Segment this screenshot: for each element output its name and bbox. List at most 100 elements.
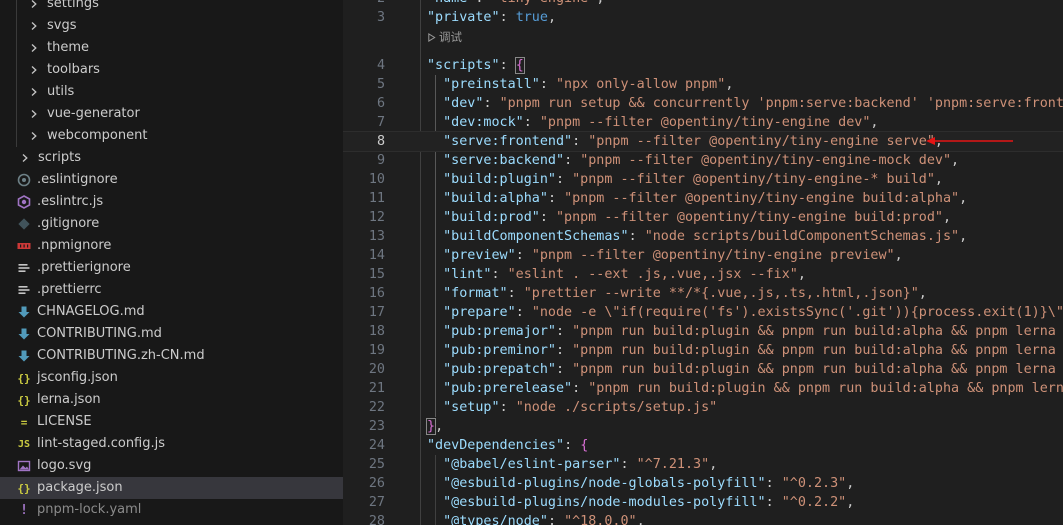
json-key: "pub:prerelease" bbox=[443, 381, 573, 396]
line-number: 16 bbox=[368, 286, 385, 301]
code-text: "dev": "pnpm run setup && concurrently '… bbox=[427, 94, 1063, 113]
code-line[interactable]: 6 "dev": "pnpm run setup && concurrently… bbox=[343, 94, 1063, 113]
explorer-folder-item[interactable]: scripts bbox=[0, 147, 343, 169]
code-line[interactable]: 27 "@esbuild-plugins/node-modules-polyfi… bbox=[343, 493, 1063, 512]
code-line[interactable]: 23}, bbox=[343, 417, 1063, 436]
explorer-folder-item[interactable]: vue-generator bbox=[0, 103, 343, 125]
json-string: "npx only-allow pnpm" bbox=[556, 77, 726, 92]
tree-item-label: theme bbox=[47, 40, 89, 55]
play-icon bbox=[428, 32, 436, 42]
json-punctuation: : bbox=[483, 96, 500, 111]
code-line[interactable]: 2 "name": "tiny-engine", bbox=[343, 0, 1063, 8]
explorer-folder-item[interactable]: theme bbox=[0, 37, 343, 59]
line-number: 8 bbox=[376, 134, 385, 149]
json-punctuation: , bbox=[725, 77, 734, 92]
annotation-arrow-icon bbox=[926, 137, 1013, 145]
explorer-file-item[interactable]: JS lint-staged.config.js bbox=[0, 433, 343, 455]
json-key: "preinstall" bbox=[443, 77, 540, 92]
explorer-file-item[interactable]: = LICENSE bbox=[0, 411, 343, 433]
json-string: "^18.0.0" bbox=[564, 514, 637, 525]
line-number: 9 bbox=[376, 153, 385, 168]
explorer-file-item[interactable]: {} jsconfig.json bbox=[0, 367, 343, 389]
code-text: "devDependencies": { bbox=[427, 436, 588, 455]
explorer-file-item[interactable]: CHNAGELOG.md bbox=[0, 301, 343, 323]
line-number: 19 bbox=[368, 343, 385, 358]
json-key: "pub:preminor" bbox=[443, 343, 556, 358]
json-punctuation: : bbox=[539, 210, 556, 225]
code-line[interactable]: 16 "format": "prettier --write **/*{.vue… bbox=[343, 284, 1063, 303]
explorer-file-item[interactable]: {} lerna.json bbox=[0, 389, 343, 411]
code-line[interactable]: 5 "preinstall": "npx only-allow pnpm", bbox=[343, 75, 1063, 94]
explorer-file-item[interactable]: .eslintignore bbox=[0, 169, 343, 191]
code-line[interactable]: 17 "prepare": "node -e \"if(require('fs'… bbox=[343, 303, 1063, 322]
markdown-down-arrow-icon bbox=[16, 304, 32, 320]
code-text: "build:prod": "pnpm --filter @opentiny/t… bbox=[427, 208, 951, 227]
explorer-file-item[interactable]: CONTRIBUTING.zh-CN.md bbox=[0, 345, 343, 367]
code-line[interactable]: 26 "@esbuild-plugins/node-globals-polyfi… bbox=[343, 474, 1063, 493]
code-line[interactable]: 4 "scripts": { bbox=[343, 56, 1063, 75]
code-line[interactable]: 7 "dev:mock": "pnpm --filter @opentiny/t… bbox=[343, 113, 1063, 132]
code-line[interactable]: 28 "@types/node": "^18.0.0", bbox=[343, 512, 1063, 525]
json-string: "node -e \"if(require('fs').existsSync('… bbox=[531, 305, 1063, 320]
code-line[interactable]: 14 "preview": "pnpm --filter @opentiny/t… bbox=[343, 246, 1063, 265]
code-line[interactable]: 15 "lint": "eslint . --ext .js,.vue,.jsx… bbox=[343, 265, 1063, 284]
json-punctuation: : bbox=[547, 514, 565, 525]
tree-item-label: toolbars bbox=[47, 62, 100, 77]
tree-item-label: .eslintignore bbox=[37, 172, 118, 187]
code-text: "private": true, bbox=[427, 8, 556, 27]
code-line[interactable]: 11 "build:alpha": "pnpm --filter @openti… bbox=[343, 189, 1063, 208]
code-line[interactable]: 3 "private": true, bbox=[343, 8, 1063, 27]
js-icon: JS bbox=[17, 438, 31, 450]
explorer-file-item[interactable]: {} package.json bbox=[0, 477, 343, 499]
code-line[interactable]: 9 "serve:backend": "pnpm --filter @opent… bbox=[343, 151, 1063, 170]
code-line[interactable]: 21 "pub:prerelease": "pnpm run build:plu… bbox=[343, 379, 1063, 398]
tree-item-label: pnpm-lock.yaml bbox=[37, 502, 142, 517]
explorer-file-item[interactable]: .gitignore bbox=[0, 213, 343, 235]
explorer-file-item[interactable]: .prettierrc bbox=[0, 279, 343, 301]
code-text: "setup": "node ./scripts/setup.js" bbox=[427, 398, 717, 417]
code-line[interactable]: 25 "@babel/eslint-parser": "^7.21.3", bbox=[343, 455, 1063, 474]
license-icon: = bbox=[20, 415, 28, 429]
code-text: "preinstall": "npx only-allow pnpm", bbox=[427, 75, 733, 94]
code-line[interactable]: 10 "build:plugin": "pnpm --filter @opent… bbox=[343, 170, 1063, 189]
indent-guide bbox=[16, 15, 17, 37]
npm-icon bbox=[16, 238, 32, 254]
json-string: "pnpm --filter @opentiny/tiny-engine bui… bbox=[564, 191, 960, 206]
explorer-file-item[interactable]: CONTRIBUTING.md bbox=[0, 323, 343, 345]
json-punctuation: , bbox=[846, 495, 855, 510]
code-line[interactable]: 19 "pub:preminor": "pnpm run build:plugi… bbox=[343, 341, 1063, 360]
code-line[interactable]: 12 "build:prod": "pnpm --filter @opentin… bbox=[343, 208, 1063, 227]
json-punctuation: , bbox=[942, 210, 952, 225]
code-line[interactable]: 24 "devDependencies": { bbox=[343, 436, 1063, 455]
explorer-folder-item[interactable]: utils bbox=[0, 81, 343, 103]
json-string: "pnpm --filter @opentiny/tiny-engine dev… bbox=[539, 115, 871, 130]
explorer-folder-item[interactable]: toolbars bbox=[0, 59, 343, 81]
code-editor[interactable]: 2 "name": "tiny-engine", 3 "private": true,… bbox=[343, 0, 1063, 525]
line-number: 23 bbox=[368, 419, 385, 434]
explorer-file-item[interactable]: .npmignore bbox=[0, 235, 343, 257]
explorer-file-item[interactable]: .eslintrc.js bbox=[0, 191, 343, 213]
code-line[interactable]: 20 "pub:prepatch": "pnpm run build:plugi… bbox=[343, 360, 1063, 379]
code-line[interactable]: 18 "pub:premajor": "pnpm run build:plugi… bbox=[343, 322, 1063, 341]
markdown-down-arrow-icon bbox=[16, 326, 32, 342]
explorer-folder-item[interactable]: settings bbox=[0, 0, 343, 15]
explorer-file-item[interactable]: ! pnpm-lock.yaml bbox=[0, 499, 343, 521]
tree-item-label: CONTRIBUTING.zh-CN.md bbox=[37, 348, 205, 363]
json-string: "pnpm run build:plugin && pnpm run build… bbox=[572, 324, 1063, 339]
debug-codelens[interactable]: 调试 bbox=[427, 29, 462, 45]
code-line[interactable]: 13 "buildComponentSchemas": "node script… bbox=[343, 227, 1063, 246]
explorer-file-item[interactable]: .prettierignore bbox=[0, 257, 343, 279]
explorer-file-item[interactable]: logo.svg bbox=[0, 455, 343, 477]
json-punctuation: : bbox=[572, 381, 589, 396]
json-key: "dev:mock" bbox=[443, 115, 524, 130]
explorer-folder-item[interactable]: webcomponent bbox=[0, 125, 343, 147]
explorer-folder-item[interactable]: svgs bbox=[0, 15, 343, 37]
code-line[interactable]: 22 "setup": "node ./scripts/setup.js" bbox=[343, 398, 1063, 417]
json-string: "prettier --write **/*{.vue,.js,.ts,.htm… bbox=[523, 286, 919, 301]
code-text: "prepare": "node -e \"if(require('fs').e… bbox=[427, 303, 1063, 322]
json-key: "private" bbox=[427, 10, 500, 25]
